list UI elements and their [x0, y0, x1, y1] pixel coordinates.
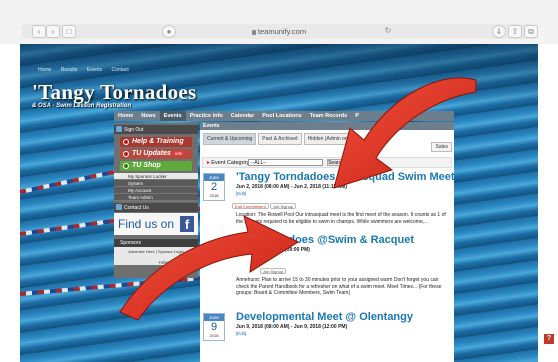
find-us-on-facebook[interactable]: Find us on f	[114, 213, 198, 235]
updates-badge: 175	[172, 151, 184, 156]
view-all-link[interactable]: +View All	[158, 260, 176, 265]
bullet-icon	[123, 139, 129, 145]
nav-home[interactable]: Home	[114, 111, 137, 121]
sidebar-system[interactable]: System	[114, 180, 198, 187]
contact-us-row[interactable]: Contact Us	[114, 203, 198, 212]
event-description: Location: The Rowell Pool Our intrasquad…	[236, 212, 446, 225]
add-event-button[interactable]: Sales	[431, 142, 452, 152]
advertise-here[interactable]: Advertise Here | Sponsor Login	[114, 247, 198, 265]
events-header: Events	[200, 122, 454, 130]
event-title[interactable]: 'Tangy Torndadoes Intrasquad Swim Meet	[236, 171, 455, 183]
sponsors-header: Sponsors	[114, 239, 198, 247]
event-datetime: Jun 2, 2018 (08:00 AM) - Jun 2, 2018 (11…	[236, 184, 348, 190]
event-category-filter: ▸ Event Category: --ALL-- Search	[202, 157, 452, 168]
browser-chrome: ‹ › □ ● teamunify.com ↻ ⇓ ⇧ ⧉	[0, 0, 558, 44]
nav-more[interactable]: P	[351, 111, 363, 121]
bullet-icon	[123, 163, 129, 169]
category-select[interactable]: --ALL--	[248, 159, 323, 166]
top-link[interactable]: Contact	[112, 67, 129, 73]
nav-calendar[interactable]: Calendar	[227, 111, 259, 121]
event-datetime: Jun 9, 2018 (08:00 AM) - Jun 9, 2018 (12…	[236, 324, 348, 330]
nav-team-records[interactable]: Team Records	[306, 111, 352, 121]
event-date-box: June 9 2018	[203, 313, 225, 341]
back-icon[interactable]: ‹	[32, 25, 46, 38]
help-icon[interactable]: ?	[544, 334, 554, 344]
privacy-icon[interactable]: ●	[162, 25, 176, 38]
nav-practice-info[interactable]: Practice Info	[186, 111, 227, 121]
top-link[interactable]: Results	[61, 67, 78, 73]
download-icon[interactable]: ⇓	[492, 25, 506, 38]
url-text[interactable]: teamunify.com	[224, 25, 334, 38]
event-title[interactable]: eet: Tornadoes @Swim & Racquet	[236, 234, 414, 246]
arrow-icon: ▸	[207, 160, 210, 166]
edit-commitment-pill[interactable]: Edit Commitment	[232, 203, 269, 209]
event-edit-link[interactable]: [Edit]	[236, 331, 246, 336]
tabs-icon[interactable]: ⧉	[524, 25, 538, 38]
event-title[interactable]: Developmental Meet @ Olentangy	[236, 311, 413, 323]
sign-out-row[interactable]: Sign Out	[114, 125, 198, 134]
mail-icon	[116, 204, 122, 210]
tu-updates-button[interactable]: TU Updates 175	[120, 149, 192, 159]
reload-icon[interactable]: ↻	[381, 25, 395, 38]
tu-shop-button[interactable]: TU Shop	[120, 161, 192, 171]
top-link[interactable]: Events	[87, 67, 102, 73]
tab-hidden[interactable]: Hidden (Admin only)	[303, 133, 357, 145]
nav-pool-locations[interactable]: Pool Locations	[258, 111, 305, 121]
sidebar-team-admin[interactable]: Team Admin	[114, 194, 198, 201]
my-sponsor-locker[interactable]: My Sponsor Locker	[114, 173, 198, 180]
user-icon	[116, 126, 122, 132]
lock-icon	[251, 29, 256, 35]
top-links: Home Results Events Contact	[38, 67, 137, 73]
tab-current-upcoming[interactable]: Current & Upcoming	[203, 133, 257, 145]
facebook-icon: f	[180, 216, 194, 232]
top-link[interactable]: Home	[38, 67, 51, 73]
search-button[interactable]: Search	[327, 159, 345, 166]
bullet-icon	[123, 151, 129, 157]
events-panel: Events Current & Upcoming Past & Archive…	[200, 122, 455, 362]
forward-icon[interactable]: ›	[46, 25, 60, 38]
event-description: Annehurst: Plan to arrive 15 to 30 minut…	[236, 277, 442, 296]
screenshot: ‹ › □ ● teamunify.com ↻ ⇓ ⇧ ⧉ Home Resul…	[0, 0, 558, 362]
tab-past-archived[interactable]: Past & Archived	[258, 133, 302, 145]
events-tabs: Current & Upcoming Past & Archived Hidde…	[203, 133, 359, 145]
main-nav: Home News Events Practice Info Calendar …	[114, 111, 454, 121]
share-icon[interactable]: ⇧	[508, 25, 522, 38]
job-signup-pill[interactable]: Job Signup	[270, 203, 297, 209]
event-date-box: June 2 2018	[203, 173, 225, 201]
nav-events[interactable]: Events	[159, 111, 186, 121]
sidebar-toggle-icon[interactable]: □	[62, 25, 76, 38]
sidebar-my-account[interactable]: My Account	[114, 187, 198, 194]
team-title: 'Tangy Tornadoes	[32, 80, 197, 104]
help-training-button[interactable]: Help & Training	[120, 137, 192, 147]
job-signup-pill[interactable]: Job Signup	[260, 268, 287, 274]
team-subtitle: & OSA - Swim Lesson Registration	[32, 103, 132, 109]
event-datetime: 00 PM) - Jun 5, 2018 (09:00 PM)	[236, 247, 310, 253]
event-edit-link[interactable]: [Edit]	[236, 191, 246, 196]
nav-news[interactable]: News	[137, 111, 159, 121]
